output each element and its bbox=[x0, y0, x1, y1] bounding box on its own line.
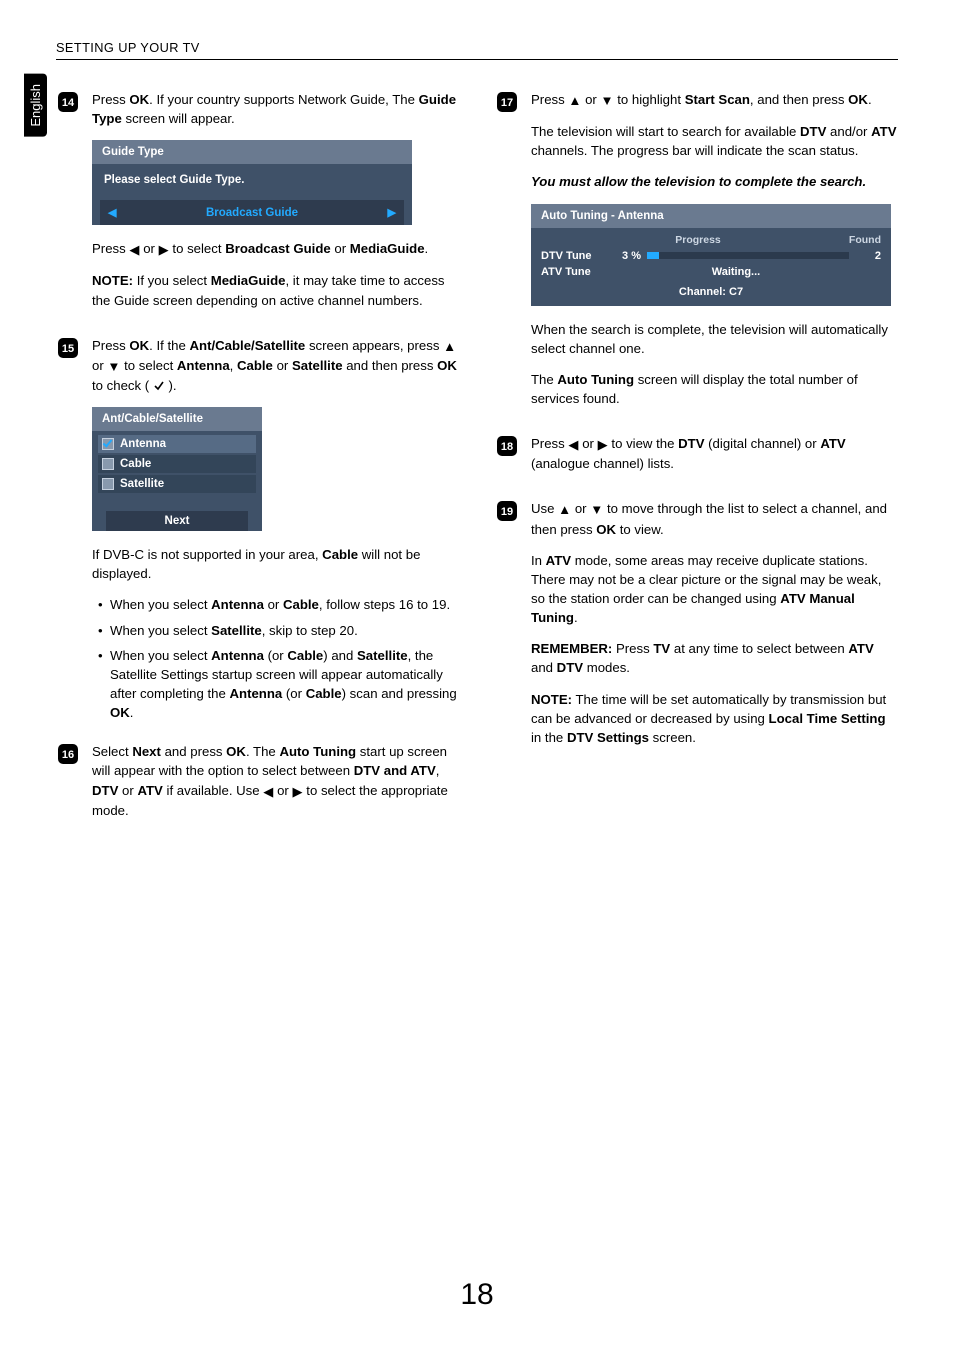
tune-row-atv: ATV Tune Waiting... bbox=[531, 264, 891, 280]
acs-row-cable[interactable]: Cable bbox=[98, 455, 256, 473]
content-columns: 14 Press OK. If your country supports Ne… bbox=[56, 90, 898, 846]
triangle-down-icon: ▼ bbox=[601, 91, 614, 110]
step-14-body: Press OK. If your country supports Netwo… bbox=[92, 90, 459, 322]
guide-type-panel: Guide Type Please select Guide Type. ◀ B… bbox=[92, 140, 412, 225]
col-progress: Progress bbox=[613, 234, 783, 246]
acs-row-satellite[interactable]: Satellite bbox=[98, 475, 256, 493]
step-18: 18 Press ◀ or ▶ to view the DTV (digital… bbox=[495, 434, 898, 485]
step-16-body: Select Next and press OK. The Auto Tunin… bbox=[92, 742, 459, 832]
acs-list: Antenna Cable Satellite bbox=[92, 431, 262, 499]
step-19-p4: NOTE: The time will be set automatically… bbox=[531, 690, 898, 747]
checkbox-checked-icon bbox=[102, 438, 114, 450]
step-17-body: Press ▲ or ▼ to highlight Start Scan, an… bbox=[531, 90, 898, 420]
guide-option: Broadcast Guide bbox=[116, 207, 387, 219]
svg-text:14: 14 bbox=[62, 97, 75, 109]
section-title: SETTING UP YOUR TV bbox=[56, 40, 898, 55]
guide-type-selector[interactable]: ◀ Broadcast Guide ▶ bbox=[100, 200, 404, 225]
step-number-icon: 18 bbox=[495, 434, 519, 485]
step-17-p3: You must allow the television to complet… bbox=[531, 172, 898, 191]
step-14: 14 Press OK. If your country supports Ne… bbox=[56, 90, 459, 322]
auto-tuning-panel: Auto Tuning - Antenna Progress Found DTV… bbox=[531, 204, 891, 306]
svg-text:16: 16 bbox=[62, 749, 74, 761]
triangle-left-icon: ◀ bbox=[108, 206, 116, 219]
tune-channel: Channel: C7 bbox=[531, 280, 891, 306]
header-rule bbox=[56, 59, 898, 60]
step-15-p2: If DVB-C is not supported in your area, … bbox=[92, 545, 459, 583]
step-18-body: Press ◀ or ▶ to view the DTV (digital ch… bbox=[531, 434, 898, 485]
triangle-up-icon: ▲ bbox=[568, 91, 581, 110]
triangle-up-icon: ▲ bbox=[558, 500, 571, 519]
step-16-p1: Select Next and press OK. The Auto Tunin… bbox=[92, 742, 459, 820]
guide-type-prompt: Please select Guide Type. bbox=[92, 164, 412, 192]
guide-type-title: Guide Type bbox=[92, 140, 412, 164]
triangle-right-icon: ▶ bbox=[292, 782, 302, 801]
list-item: When you select Antenna (or Cable) and S… bbox=[98, 646, 459, 723]
list-item: When you select Satellite, skip to step … bbox=[98, 621, 459, 640]
svg-text:15: 15 bbox=[62, 343, 74, 355]
step-19-p2: In ATV mode, some areas may receive dupl… bbox=[531, 551, 898, 628]
step-number-icon: 16 bbox=[56, 742, 80, 832]
tune-title: Auto Tuning - Antenna bbox=[531, 204, 891, 228]
step-17-p1: Press ▲ or ▼ to highlight Start Scan, an… bbox=[531, 90, 898, 110]
triangle-left-icon: ◀ bbox=[568, 435, 578, 454]
checkbox-icon bbox=[102, 478, 114, 490]
col-found: Found bbox=[783, 234, 881, 246]
step-17-p2: The television will start to search for … bbox=[531, 122, 898, 160]
page-header: SETTING UP YOUR TV bbox=[56, 40, 898, 60]
step-15-body: Press OK. If the Ant/Cable/Satellite scr… bbox=[92, 336, 459, 729]
step-number-icon: 19 bbox=[495, 499, 519, 759]
ant-cable-sat-panel: Ant/Cable/Satellite Antenna Cable Satell… bbox=[92, 407, 262, 531]
acs-next-button[interactable]: Next bbox=[106, 511, 248, 531]
checkbox-icon bbox=[102, 458, 114, 470]
step-19-p3: REMEMBER: Press TV at any time to select… bbox=[531, 639, 898, 677]
right-column: 17 Press ▲ or ▼ to highlight Start Scan,… bbox=[495, 90, 898, 846]
triangle-down-icon: ▼ bbox=[590, 500, 603, 519]
triangle-right-icon: ▶ bbox=[159, 240, 169, 259]
svg-text:18: 18 bbox=[501, 441, 513, 453]
step-number-icon: 15 bbox=[56, 336, 80, 729]
svg-text:17: 17 bbox=[501, 97, 513, 109]
step-18-p1: Press ◀ or ▶ to view the DTV (digital ch… bbox=[531, 434, 898, 473]
step-number-icon: 14 bbox=[56, 90, 80, 322]
step-17: 17 Press ▲ or ▼ to highlight Start Scan,… bbox=[495, 90, 898, 420]
step-15: 15 Press OK. If the Ant/Cable/Satellite … bbox=[56, 336, 459, 729]
step-19-body: Use ▲ or ▼ to move through the list to s… bbox=[531, 499, 898, 759]
step-19-p1: Use ▲ or ▼ to move through the list to s… bbox=[531, 499, 898, 538]
triangle-left-icon: ◀ bbox=[129, 240, 139, 259]
step-15-list: When you select Antenna or Cable, follow… bbox=[92, 595, 459, 722]
triangle-up-icon: ▲ bbox=[443, 337, 456, 356]
step-15-p1: Press OK. If the Ant/Cable/Satellite scr… bbox=[92, 336, 459, 395]
svg-text:19: 19 bbox=[501, 506, 513, 518]
acs-title: Ant/Cable/Satellite bbox=[92, 407, 262, 431]
triangle-down-icon: ▼ bbox=[107, 357, 120, 376]
progress-bar bbox=[647, 252, 849, 259]
triangle-left-icon: ◀ bbox=[263, 782, 273, 801]
step-14-p1: Press OK. If your country supports Netwo… bbox=[92, 90, 459, 128]
step-number-icon: 17 bbox=[495, 90, 519, 420]
step-16: 16 Select Next and press OK. The Auto Tu… bbox=[56, 742, 459, 832]
triangle-right-icon: ▶ bbox=[388, 206, 396, 219]
step-19: 19 Use ▲ or ▼ to move through the list t… bbox=[495, 499, 898, 759]
language-tab: English bbox=[24, 74, 47, 137]
tune-row-dtv: DTV Tune 3 % 2 bbox=[531, 248, 891, 264]
step-17-p4: When the search is complete, the televis… bbox=[531, 320, 898, 358]
step-17-p5: The Auto Tuning screen will display the … bbox=[531, 370, 898, 408]
progress-bar-fill bbox=[647, 252, 659, 259]
step-14-p2: Press ◀ or ▶ to select Broadcast Guide o… bbox=[92, 239, 459, 259]
step-14-note: NOTE: If you select MediaGuide, it may t… bbox=[92, 271, 459, 309]
acs-row-antenna[interactable]: Antenna bbox=[98, 435, 256, 453]
tune-header-row: Progress Found bbox=[531, 228, 891, 248]
page-number: 18 bbox=[0, 1278, 954, 1312]
triangle-right-icon: ▶ bbox=[598, 435, 608, 454]
left-column: 14 Press OK. If your country supports Ne… bbox=[56, 90, 459, 846]
list-item: When you select Antenna or Cable, follow… bbox=[98, 595, 459, 614]
